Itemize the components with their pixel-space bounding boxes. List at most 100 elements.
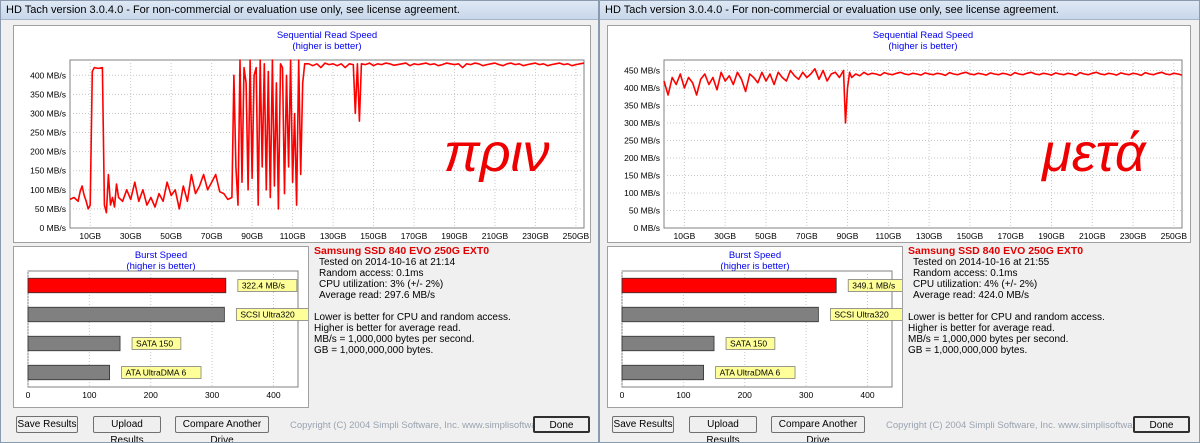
y-tick-label: 350 MB/s [30,89,66,99]
burst-bar-label: SATA 150 [136,339,173,349]
tested-date: Tested on 2014-10-16 at 21:14 [319,257,456,268]
x-tick-label: 50GB [160,231,182,241]
tested-date: Tested on 2014-10-16 at 21:55 [913,257,1050,268]
x-tick-label: 130GB [916,231,943,241]
y-tick-label: 150 MB/s [624,171,660,181]
x-tick-label: 230GB [1120,231,1147,241]
compare-drive-button[interactable]: Compare Another Drive [175,416,269,442]
copyright-text: Copyright (C) 2004 Simpli Software, Inc.… [290,420,566,431]
y-tick-label: 50 MB/s [35,204,66,214]
burst-bar-label: 322.4 MB/s [242,281,285,291]
x-tick-label: 110GB [280,231,306,241]
sequential-read-chart: Sequential Read Speed(higher is better) 4… [624,30,1188,241]
x-tick-label: 210GB [1079,231,1106,241]
y-tick-label: 50 MB/s [629,206,660,216]
x-tick-label: 250GB [1161,231,1188,241]
chart-subtitle: (higher is better) [126,261,195,272]
sequential-read-panel: Sequential Read Speed (higher is better) 4… [13,25,591,243]
x-tick-label: 50GB [755,231,777,241]
y-tick-label: 250 MB/s [624,136,660,146]
window-title: HD Tach version 3.0.4.0 - For non-commer… [600,1,1199,20]
burst-bar-label: ATA UltraDMA 6 [720,368,781,378]
x-tick-label: 400 [266,390,280,400]
x-tick-label: 190GB [441,231,468,241]
chart-subtitle: (higher is better) [888,41,957,52]
x-tick-label: 100 [676,390,690,400]
x-tick-label: 250GB [563,231,590,241]
burst-bar [27,306,225,323]
x-tick-label: 130GB [320,231,347,241]
x-tick-label: 10GB [79,231,101,241]
note-lower-better: Lower is better for CPU and random acces… [908,312,1105,323]
hdtach-window-after: HD Tach version 3.0.4.0 - For non-commer… [599,0,1200,443]
random-access: Random access: 0.1ms [913,268,1018,279]
x-tick-label: 70GB [201,231,223,241]
x-tick-label: 230GB [522,231,549,241]
y-tick-label: 400 MB/s [624,83,660,93]
chart-title: Sequential Read Speed [277,30,377,41]
chart-subtitle: (higher is better) [292,41,361,52]
y-tick-label: 100 MB/s [30,185,66,195]
x-tick-label: 0 [26,390,31,400]
note-gb-definition: GB = 1,000,000,000 bytes. [314,345,434,356]
burst-bar-label: ATA UltraDMA 6 [126,368,187,378]
y-tick-label: 200 MB/s [624,153,660,163]
burst-bar-label: SCSI Ultra320 [240,310,295,320]
x-tick-label: 150GB [360,231,387,241]
cpu-utilization: CPU utilization: 4% (+/- 2%) [913,279,1038,290]
drive-name: Samsung SSD 840 EVO 250G EXT0 [314,245,490,257]
average-read: Average read: 297.6 MB/s [319,290,435,301]
y-tick-label: 200 MB/s [30,147,66,157]
note-mbs-definition: MB/s = 1,000,000 bytes per second. [908,334,1069,345]
y-tick-label: 100 MB/s [624,188,660,198]
burst-bar-label: SCSI Ultra320 [834,310,889,320]
done-button[interactable]: Done [1133,416,1190,433]
sequential-read-panel: Sequential Read Speed (higher is better) 4… [607,25,1191,243]
upload-results-button[interactable]: Upload Results [689,416,757,442]
random-access: Random access: 0.1ms [319,268,424,279]
done-button[interactable]: Done [533,416,590,433]
save-results-button[interactable]: Save Results [612,416,674,433]
note-gb-definition: GB = 1,000,000,000 bytes. [908,345,1028,356]
copyright-text: Copyright (C) 2004 Simpli Software, Inc.… [886,420,1162,431]
note-mbs-definition: MB/s = 1,000,000 bytes per second. [314,334,475,345]
upload-results-button[interactable]: Upload Results [93,416,161,442]
burst-bar [621,364,705,381]
burst-bar [621,335,715,352]
note-lower-better: Lower is better for CPU and random acces… [314,312,511,323]
drive-info: Samsung SSD 840 EVO 250G EXT0 Tested on … [908,246,1198,357]
y-tick-label: 300 MB/s [624,118,660,128]
x-tick-label: 200 [738,390,752,400]
x-tick-label: 100 [82,390,96,400]
x-tick-label: 190GB [1038,231,1065,241]
compare-drive-button[interactable]: Compare Another Drive [771,416,865,442]
x-tick-label: 90GB [241,231,263,241]
y-tick-label: 0 MB/s [40,223,66,233]
x-tick-label: 110GB [875,231,901,241]
burst-bar [621,277,837,294]
y-tick-label: 0 MB/s [634,223,660,233]
overlay-caption: πριν [444,123,550,183]
save-results-button[interactable]: Save Results [16,416,78,433]
burst-speed-panel: Burst Speed (higher is better) 0 100 200 300 4… [13,246,309,408]
chart-title: Sequential Read Speed [873,30,973,41]
overlay-caption: μετά [1040,123,1148,183]
x-tick-label: 210GB [482,231,509,241]
x-tick-label: 170GB [401,231,428,241]
y-tick-label: 250 MB/s [30,128,66,138]
y-tick-label: 300 MB/s [30,108,66,118]
y-tick-label: 150 MB/s [30,166,66,176]
x-tick-label: 170GB [997,231,1024,241]
y-tick-label: 400 MB/s [30,70,66,80]
x-tick-label: 70GB [796,231,818,241]
y-tick-label: 350 MB/s [624,101,660,111]
x-tick-label: 30GB [120,231,142,241]
burst-speed-chart: Burst Speed(higher is better) 0 100 200 300 4… [620,250,902,400]
chart-title: Burst Speed [729,250,781,261]
burst-bar [27,335,121,352]
burst-speed-panel: Burst Speed (higher is better) 0 100 200 300 4… [607,246,903,408]
x-tick-label: 10GB [674,231,696,241]
chart-subtitle: (higher is better) [720,261,789,272]
drive-info: Samsung SSD 840 EVO 250G EXT0 Tested on … [314,245,598,357]
cpu-utilization: CPU utilization: 3% (+/- 2%) [319,279,444,290]
